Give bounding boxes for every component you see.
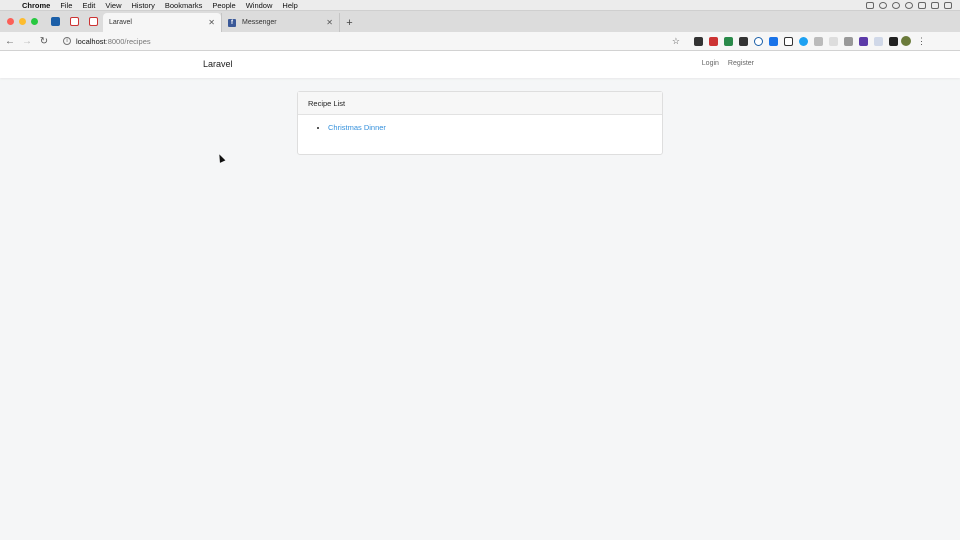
extension-icon[interactable] (724, 36, 733, 46)
close-tab-icon[interactable]: ✕ (326, 18, 333, 27)
extension-icon[interactable] (709, 36, 718, 46)
menu-people[interactable]: People (212, 1, 235, 10)
extension-icon[interactable] (829, 36, 838, 46)
menu-file[interactable]: File (60, 1, 72, 10)
macos-menu-bar: Chrome File Edit View History Bookmarks … (0, 0, 960, 11)
card-body: Christmas Dinner (298, 115, 662, 132)
more-menu-icon[interactable]: ⋮ (917, 36, 926, 47)
menu-view[interactable]: View (105, 1, 121, 10)
extensions-bar (694, 36, 898, 46)
tab-strip: Laravel ✕ f Messenger ✕ + (0, 11, 960, 72)
login-link[interactable]: Login (702, 60, 719, 67)
sync-icon[interactable] (892, 1, 900, 9)
timer-icon[interactable] (905, 1, 913, 9)
user-icon[interactable] (879, 1, 887, 9)
pinned-app-icon (51, 17, 60, 26)
recipe-list: Christmas Dinner (328, 123, 652, 132)
extension-icon[interactable] (874, 36, 883, 46)
app-navbar: Laravel Login Register (0, 51, 960, 78)
close-tab-icon[interactable]: ✕ (208, 18, 215, 27)
address-bar[interactable]: i localhost:8000/recipes ☆ (59, 34, 684, 48)
tab-laravel[interactable]: Laravel ✕ (103, 13, 221, 72)
window-controls (7, 18, 38, 25)
card-header: Recipe List (298, 92, 662, 115)
bookmark-star-icon[interactable]: ☆ (672, 36, 680, 47)
menu-bookmarks[interactable]: Bookmarks (165, 1, 203, 10)
maximize-window-button[interactable] (31, 18, 38, 25)
menu-list-icon[interactable] (944, 1, 952, 9)
forward-button[interactable]: → (20, 34, 34, 48)
minimize-window-button[interactable] (19, 18, 26, 25)
app-icon[interactable] (918, 1, 926, 9)
back-button[interactable]: ← (3, 34, 17, 48)
facebook-icon: f (228, 18, 236, 27)
tab-messenger[interactable]: f Messenger ✕ (221, 13, 339, 32)
menu-history[interactable]: History (132, 1, 155, 10)
new-tab-button[interactable]: + (339, 13, 359, 32)
pocket-icon[interactable] (694, 36, 703, 46)
pen-icon[interactable] (784, 36, 793, 46)
recipe-card: Recipe List Christmas Dinner (297, 91, 663, 155)
pinned-tab-1[interactable] (46, 12, 65, 31)
reload-button[interactable]: ↻ (37, 34, 51, 48)
buffer-icon[interactable] (739, 36, 748, 46)
extension-icon[interactable] (799, 36, 808, 46)
pinned-tab-3[interactable] (84, 12, 103, 31)
url-path: :8000/recipes (105, 36, 151, 46)
menu-app-name[interactable]: Chrome (22, 1, 50, 10)
close-window-button[interactable] (7, 18, 14, 25)
extension-icon[interactable] (859, 36, 868, 46)
auth-links: Login Register (702, 60, 754, 67)
register-link[interactable]: Register (728, 60, 754, 67)
pinned-tab-2[interactable] (65, 12, 84, 31)
profile-avatar[interactable] (901, 36, 911, 46)
tab-title: Laravel (109, 19, 132, 26)
recipe-link[interactable]: Christmas Dinner (328, 123, 386, 132)
web-page: Laravel Login Register Recipe List Chris… (0, 51, 960, 540)
list-item: Christmas Dinner (328, 123, 652, 132)
extension-icon[interactable] (844, 36, 853, 46)
tab-title: Messenger (242, 19, 277, 26)
url-host: localhost (76, 36, 106, 46)
menu-help[interactable]: Help (282, 1, 297, 10)
screen-record-icon[interactable] (866, 1, 874, 9)
extension-icon[interactable] (769, 36, 778, 46)
menu-window[interactable]: Window (246, 1, 273, 10)
brand-link[interactable]: Laravel (203, 59, 233, 69)
airplay-icon[interactable] (931, 1, 939, 9)
menu-edit[interactable]: Edit (82, 1, 95, 10)
extension-icon[interactable] (754, 36, 763, 46)
info-icon[interactable]: i (63, 37, 71, 45)
browser-toolbar: ← → ↻ i localhost:8000/recipes ☆ ⋮ (0, 32, 960, 51)
status-tray (866, 1, 960, 9)
gmail-icon (89, 17, 98, 26)
extension-icon[interactable] (889, 36, 898, 46)
extension-icon[interactable] (814, 36, 823, 46)
gmail-icon (70, 17, 79, 26)
